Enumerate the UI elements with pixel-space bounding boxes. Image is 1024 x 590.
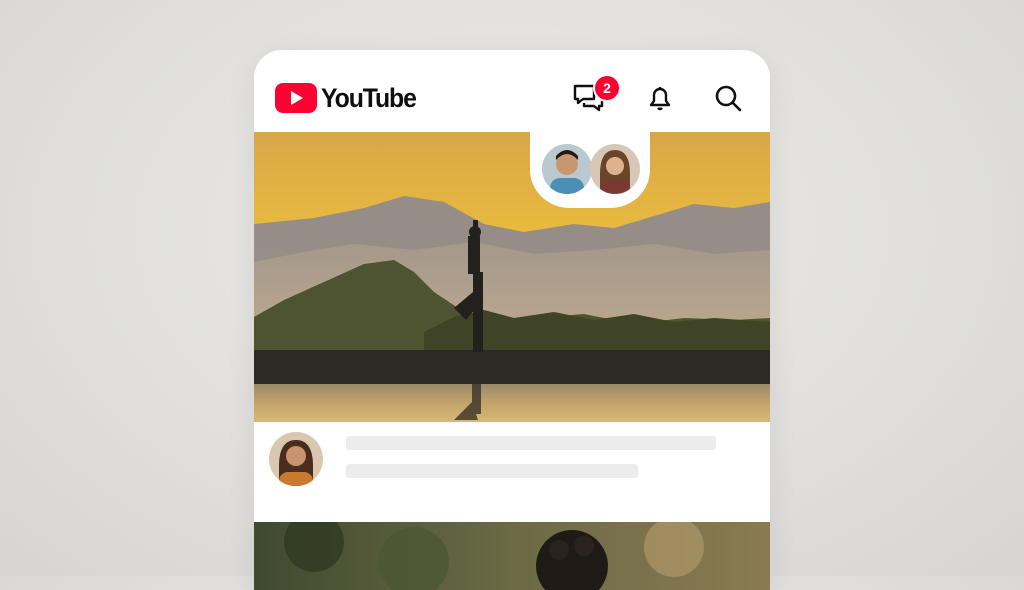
youtube-logo[interactable]: YouTube: [275, 83, 424, 113]
next-video-thumbnail[interactable]: [254, 522, 770, 590]
brand-name: YouTube: [321, 83, 417, 113]
chat-badge: 2: [593, 74, 621, 102]
video-info-row[interactable]: [254, 422, 770, 522]
youtube-logo-icon: [275, 83, 317, 113]
next-video-image: [254, 522, 770, 590]
skeleton-title-line: [346, 436, 716, 450]
notifications-button[interactable]: [642, 80, 678, 116]
shared-viewer-avatar-2: [590, 144, 640, 194]
shared-viewer-avatar-1: [542, 144, 592, 194]
skeleton-subtitle-line: [346, 464, 638, 478]
creator-avatar[interactable]: [269, 432, 323, 486]
search-button[interactable]: [710, 80, 746, 116]
shared-viewers[interactable]: [530, 132, 650, 208]
search-icon: [715, 85, 742, 112]
video-thumbnail[interactable]: [254, 132, 770, 422]
yoga-sunset-image: [254, 132, 770, 422]
top-app-bar: YouTube 2: [254, 50, 770, 132]
phone-screen: YouTube 2: [254, 50, 770, 590]
bell-icon: [649, 87, 671, 111]
